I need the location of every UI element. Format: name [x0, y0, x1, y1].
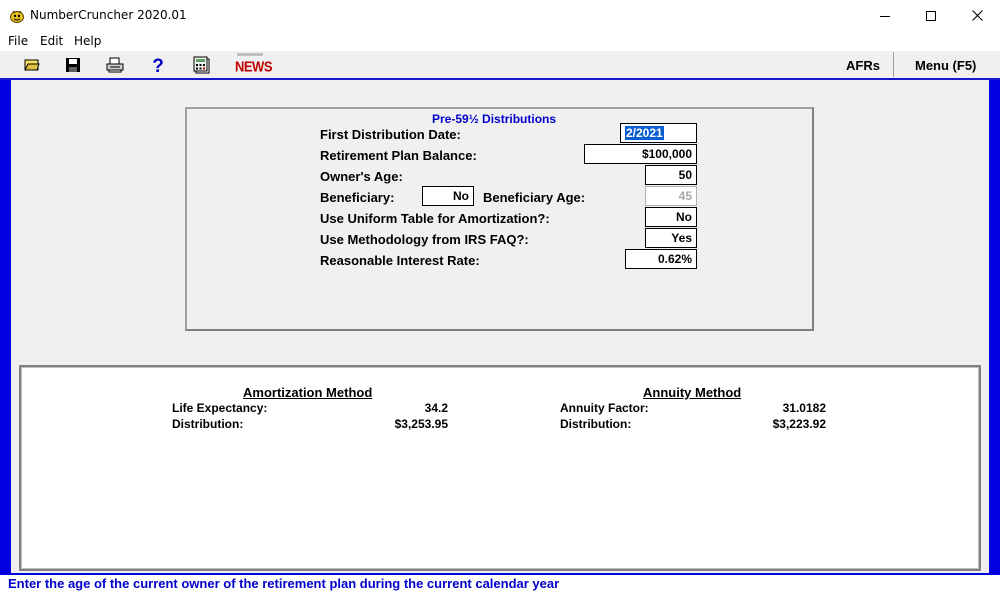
- maximize-button[interactable]: [908, 0, 954, 31]
- help-icon: ?: [152, 56, 164, 74]
- afrs-button[interactable]: AFRs: [846, 58, 880, 73]
- menu-file[interactable]: File: [8, 34, 28, 48]
- status-message: Enter the age of the current owner of th…: [8, 576, 560, 591]
- news-label: NEWS: [235, 58, 273, 75]
- toolbar-separator: [893, 52, 894, 77]
- menu-f5-button[interactable]: Menu (F5): [915, 58, 976, 73]
- beneficiary-age-label: Beneficiary Age:: [483, 190, 586, 205]
- first-distribution-date-field[interactable]: 2/2021: [620, 123, 697, 143]
- close-icon: [971, 10, 983, 21]
- open-folder-icon: [24, 59, 40, 71]
- title-bar: NumberCruncher 2020.01: [0, 0, 1000, 31]
- annuity-distribution-value: $3,223.92: [772, 417, 826, 431]
- beneficiary-field[interactable]: No: [422, 186, 474, 206]
- news-button[interactable]: NEWS: [235, 53, 273, 75]
- help-button[interactable]: ?: [148, 55, 168, 75]
- minimize-icon: [880, 15, 890, 17]
- minimize-button[interactable]: [862, 0, 908, 31]
- interest-rate-label: Reasonable Interest Rate:: [320, 253, 480, 268]
- print-button[interactable]: [105, 55, 125, 75]
- status-bar: Enter the age of the current owner of th…: [0, 575, 1000, 593]
- newspaper-icon: [237, 53, 263, 56]
- menu-help[interactable]: Help: [74, 34, 101, 48]
- irs-faq-label: Use Methodology from IRS FAQ?:: [320, 232, 529, 247]
- window-title: NumberCruncher 2020.01: [30, 8, 187, 22]
- annuity-distribution-label: Distribution:: [560, 417, 632, 431]
- app-logo-icon: [10, 10, 24, 23]
- calculator-button[interactable]: [192, 55, 212, 75]
- amortization-distribution-label: Distribution:: [172, 417, 244, 431]
- annuity-title: Annuity Method: [643, 385, 742, 400]
- irs-faq-field[interactable]: Yes: [645, 228, 697, 248]
- open-button[interactable]: [22, 55, 42, 75]
- amortization-distribution-value: $3,253.95: [394, 417, 448, 431]
- uniform-table-label: Use Uniform Table for Amortization?:: [320, 211, 550, 226]
- print-icon: [106, 57, 124, 73]
- menu-bar: File Edit Help: [0, 31, 1000, 51]
- save-icon: [66, 58, 80, 72]
- owner-age-field[interactable]: 50: [645, 165, 697, 185]
- close-button[interactable]: [954, 0, 1000, 31]
- beneficiary-label: Beneficiary:: [320, 190, 395, 205]
- amortization-title: Amortization Method: [243, 385, 373, 400]
- owner-age-label: Owner's Age:: [320, 169, 403, 184]
- calculator-icon: [193, 56, 210, 74]
- plan-balance-label: Retirement Plan Balance:: [320, 148, 477, 163]
- beneficiary-age-field[interactable]: 45: [645, 186, 697, 206]
- uniform-table-field[interactable]: No: [645, 207, 697, 227]
- menu-edit[interactable]: Edit: [40, 34, 63, 48]
- panel-title: Pre-59½ Distributions: [432, 112, 557, 126]
- interest-rate-field[interactable]: 0.62%: [625, 249, 697, 269]
- plan-balance-field[interactable]: $100,000: [584, 144, 697, 164]
- first-distribution-date-label: First Distribution Date:: [320, 127, 461, 142]
- svg-text:?: ?: [152, 56, 164, 74]
- first-distribution-date-value: 2/2021: [625, 126, 664, 140]
- life-expectancy-label: Life Expectancy:: [172, 401, 268, 415]
- save-button[interactable]: [63, 55, 83, 75]
- annuity-factor-label: Annuity Factor:: [560, 401, 649, 415]
- results-panel-inner: [21, 367, 979, 569]
- annuity-factor-value: 31.0182: [782, 401, 826, 415]
- maximize-icon: [926, 10, 936, 21]
- life-expectancy-value: 34.2: [424, 401, 448, 415]
